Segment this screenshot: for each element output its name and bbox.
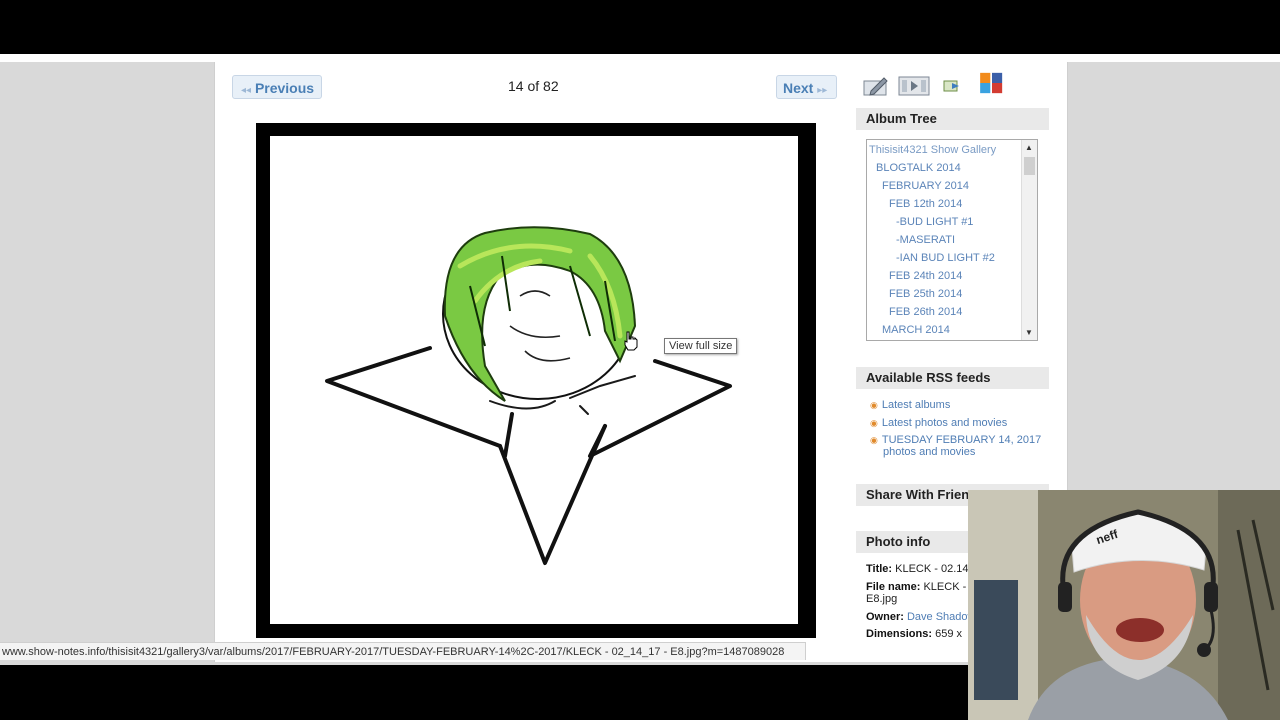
tree-item[interactable]: -BUD LIGHT #1	[869, 213, 1037, 231]
rss-icon: ◉	[870, 418, 878, 428]
photo-frame[interactable]	[256, 123, 816, 638]
edit-icon[interactable]	[862, 75, 890, 97]
tree-item[interactable]: BLOGTALK 2014	[869, 159, 1037, 177]
previous-arrow-icon: ◂◂	[241, 85, 252, 96]
scroll-up-icon[interactable]: ▲	[1025, 143, 1033, 152]
tree-item[interactable]: FEB 25th 2014	[869, 285, 1037, 303]
rss-link-latest-albums[interactable]: ◉ Latest albums	[870, 399, 950, 411]
rss-link-album-cont[interactable]: photos and movies	[883, 446, 975, 458]
tree-item[interactable]: Thisisit4321 Show Gallery	[869, 141, 1037, 159]
tree-item[interactable]: FEB 26th 2014	[869, 303, 1037, 321]
status-bar-url: www.show-notes.info/thisisit4321/gallery…	[0, 642, 806, 660]
photo-filename-cont: E8.jpg	[866, 593, 898, 605]
tree-item[interactable]: FEB 24th 2014	[869, 267, 1037, 285]
photo-owner-row: Owner: Dave Shadow	[866, 611, 976, 623]
tree-scrollbar[interactable]: ▲ ▼	[1021, 140, 1037, 340]
tree-item[interactable]: FEBRUARY 2014	[869, 177, 1037, 195]
photo-counter: 14 of 82	[508, 78, 559, 94]
photo-filename-row: File name: KLECK - C	[866, 581, 978, 593]
album-tree-heading: Album Tree	[856, 108, 1049, 130]
scroll-down-icon[interactable]: ▼	[1025, 328, 1033, 337]
tree-item[interactable]: -IAN BUD LIGHT #2	[869, 249, 1037, 267]
sketch-drawing	[325, 226, 732, 565]
rss-icon: ◉	[870, 400, 878, 410]
hand-cursor-icon	[624, 331, 638, 351]
view-full-size-tooltip: View full size	[664, 338, 738, 354]
rss-heading: Available RSS feeds	[856, 367, 1049, 389]
photo-title-row: Title: KLECK - 02.14	[866, 563, 969, 575]
rss-link-album[interactable]: ◉ TUESDAY FEBRUARY 14, 2017	[870, 434, 1041, 446]
share-services-icon[interactable]	[976, 72, 1008, 94]
photo-image[interactable]	[270, 136, 798, 624]
next-button[interactable]: Next ▸▸	[776, 75, 837, 99]
tree-item[interactable]: -MASERATI	[869, 231, 1037, 249]
photo-dimensions-row: Dimensions: 659 x	[866, 628, 962, 640]
rss-link-latest-photos[interactable]: ◉ Latest photos and movies	[870, 417, 1007, 429]
browser-top-edge	[0, 54, 1280, 62]
previous-button[interactable]: ◂◂ Previous	[232, 75, 322, 99]
slideshow-icon[interactable]	[898, 75, 930, 97]
tree-item[interactable]: MARCH 2014	[869, 321, 1037, 339]
tree-item[interactable]: FEB 12th 2014	[869, 195, 1037, 213]
owner-link[interactable]: Dave Shadow	[907, 611, 976, 623]
rss-icon: ◉	[870, 435, 878, 445]
webcam-scene	[968, 490, 1280, 720]
album-tree-list[interactable]: Thisisit4321 Show Gallery BLOGTALK 2014 …	[866, 139, 1038, 341]
scroll-thumb[interactable]	[1024, 157, 1035, 175]
webcam-overlay: neff	[968, 490, 1280, 720]
send-icon[interactable]	[942, 75, 962, 97]
next-arrow-icon: ▸▸	[817, 85, 828, 96]
